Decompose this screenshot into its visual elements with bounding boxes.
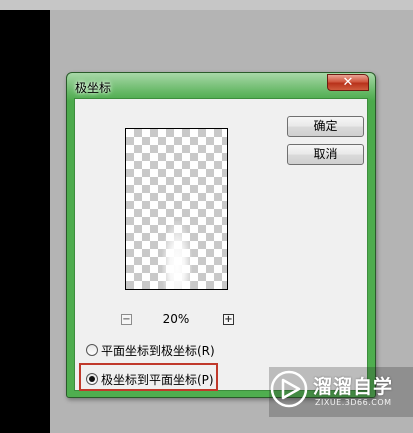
filter-preview[interactable] <box>125 128 228 290</box>
zoom-out-button[interactable]: − <box>121 314 132 325</box>
radio-button[interactable] <box>86 344 98 356</box>
option-rectangular-to-polar[interactable]: 平面坐标到极坐标(R) <box>86 341 215 359</box>
highlight-annotation <box>79 363 218 391</box>
background-canvas-edge <box>0 10 50 433</box>
ok-button[interactable]: 确定 <box>287 116 364 137</box>
close-icon: ✕ <box>342 75 354 90</box>
play-logo-icon <box>270 370 308 408</box>
cancel-button[interactable]: 取消 <box>287 144 364 165</box>
preview-image <box>162 221 192 289</box>
dialog-title: 极坐标 <box>75 81 112 95</box>
watermark: 溜溜自学 ZIXUE.3D66.COM <box>269 367 413 417</box>
watermark-url: ZIXUE.3D66.COM <box>315 398 392 407</box>
option-label: 平面坐标到极坐标(R) <box>101 343 215 358</box>
zoom-level: 20% <box>162 312 190 326</box>
background-strip <box>0 0 413 10</box>
polar-coordinates-dialog: 极坐标 ✕ 确定 取消 − 20% + 平面坐标到极坐标(R) 极坐标到平面坐标… <box>66 72 376 398</box>
watermark-brand: 溜溜自学 <box>313 376 394 398</box>
zoom-in-button[interactable]: + <box>223 314 234 325</box>
close-button[interactable]: ✕ <box>327 74 369 91</box>
dialog-content: 确定 取消 − 20% + 平面坐标到极坐标(R) 极坐标到平面坐标(P) <box>74 98 368 391</box>
